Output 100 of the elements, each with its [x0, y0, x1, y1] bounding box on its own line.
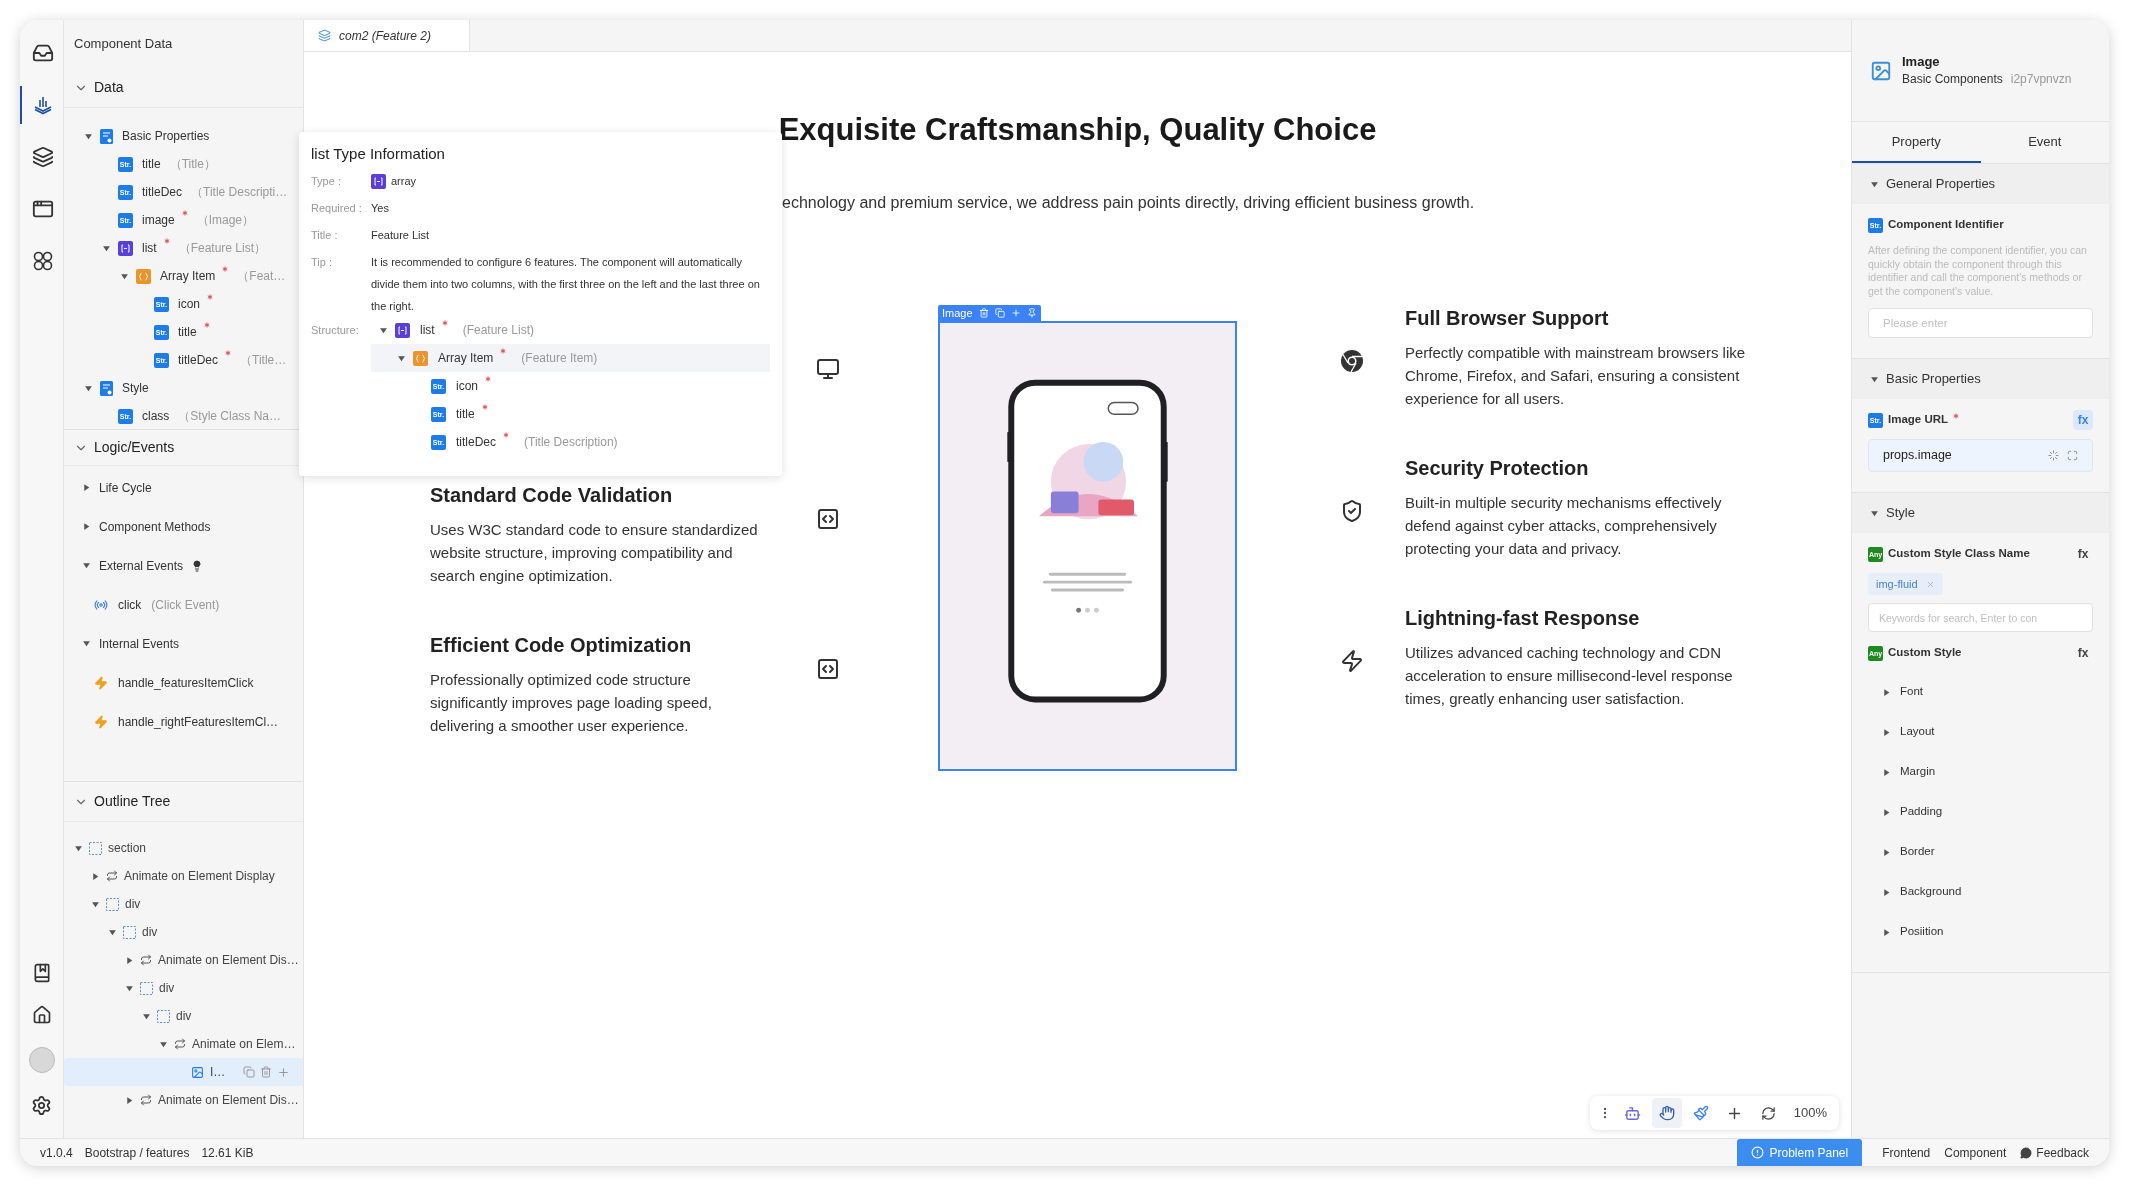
expression-field[interactable]: props.image	[1868, 439, 2093, 472]
caret-icon[interactable]	[102, 243, 111, 253]
caret-icon[interactable]	[120, 271, 129, 281]
caret-icon[interactable]	[91, 899, 100, 909]
section-title[interactable]: Logic/Events	[94, 437, 175, 458]
tree-label[interactable]: Basic Properties	[122, 127, 210, 145]
expression-button[interactable]: fx	[2073, 544, 2093, 564]
tree-row[interactable]: Animate on Element Dis…	[64, 946, 303, 974]
event-label[interactable]: click	[118, 595, 142, 614]
tree-label[interactable]: title	[142, 155, 161, 173]
tree-row[interactable]: div	[64, 1002, 303, 1030]
caret-icon[interactable]	[82, 639, 91, 648]
caret-icon[interactable]	[84, 131, 93, 141]
event-label[interactable]: handle_featuresItemClick	[118, 673, 254, 692]
caret-icon[interactable]	[125, 955, 134, 965]
style-group[interactable]: Posiition	[1900, 923, 1944, 941]
section-title[interactable]: Data	[94, 77, 124, 98]
tree-label[interactable]: image	[142, 211, 175, 229]
layers-icon[interactable]	[31, 146, 54, 168]
style-group[interactable]: Border	[1900, 843, 1935, 861]
section-title[interactable]: Outline Tree	[94, 791, 171, 812]
group-label[interactable]: Internal Events	[99, 634, 180, 653]
tree-label[interactable]: Style	[122, 379, 149, 397]
tree-label[interactable]: list	[142, 239, 157, 257]
tree-row[interactable]: div	[64, 890, 303, 918]
tree-row[interactable]: div	[64, 918, 303, 946]
style-group[interactable]: Background	[1900, 883, 1962, 901]
tree-label[interactable]: titleDec	[178, 351, 218, 369]
caret-icon[interactable]	[74, 843, 83, 853]
caret-icon[interactable]	[125, 983, 134, 993]
component-toolbar[interactable]: Image	[938, 305, 1041, 321]
caret-icon[interactable]	[397, 353, 406, 363]
tree-row[interactable]: Animate on Element Display	[64, 862, 303, 890]
event-label[interactable]: handle_rightFeaturesItemCl…	[118, 712, 279, 731]
caret-icon[interactable]	[1882, 887, 1891, 897]
caret-icon[interactable]	[1870, 179, 1879, 189]
tree-row[interactable]: Animate on Element Dis…	[64, 1086, 303, 1114]
footer-link[interactable]: Frontend	[1882, 1143, 1931, 1162]
group-label[interactable]: External Events	[99, 556, 184, 575]
caret-icon[interactable]	[91, 871, 100, 881]
caret-icon[interactable]	[1870, 374, 1879, 384]
caret-icon[interactable]	[142, 1011, 151, 1021]
home-icon[interactable]	[31, 1005, 52, 1025]
tree-label[interactable]: titleDec	[142, 183, 182, 201]
tree-row[interactable]: section	[64, 834, 303, 862]
caret-icon[interactable]	[1870, 508, 1879, 518]
trash-icon[interactable]	[978, 308, 989, 318]
robot-icon[interactable]	[1624, 1104, 1642, 1122]
style-group[interactable]: Padding	[1900, 803, 1943, 821]
section-title[interactable]: Basic Properties	[1886, 369, 1981, 389]
footer-link[interactable]: Feedback	[2020, 1143, 2089, 1162]
hand-icon[interactable]	[1658, 1105, 1675, 1121]
caret-icon[interactable]	[159, 1039, 168, 1049]
caret-icon[interactable]	[1882, 927, 1891, 937]
caret-icon[interactable]	[1882, 727, 1891, 737]
caret-icon[interactable]	[125, 1095, 134, 1105]
tree-label[interactable]: icon	[178, 295, 200, 313]
feature-title: Full Browser Support	[1405, 306, 1610, 331]
style-group[interactable]: Margin	[1900, 763, 1936, 781]
search-field[interactable]: Keywords for search, Enter to con	[1868, 603, 2093, 632]
inbox-icon[interactable]	[31, 42, 54, 64]
input-field[interactable]: Please enter	[1868, 308, 2093, 338]
copy-icon[interactable]	[994, 308, 1005, 318]
stacked-chart-icon[interactable]	[32, 95, 53, 115]
tree-row[interactable]: Animate on Elem…	[64, 1030, 303, 1058]
caret-icon[interactable]	[108, 927, 117, 937]
caret-icon[interactable]	[82, 561, 91, 570]
expression-button[interactable]: fx	[2073, 643, 2093, 663]
tree-label[interactable]: class	[142, 407, 170, 425]
tree-row[interactable]: div	[64, 974, 303, 1002]
inspector-tab[interactable]: Event	[1980, 122, 2109, 163]
editor-tab[interactable]: com2 (Feature 2)	[304, 20, 470, 51]
tree-label: div	[142, 924, 158, 941]
settings-icon[interactable]	[31, 1095, 52, 1116]
caret-icon[interactable]	[84, 383, 93, 393]
caret-icon[interactable]	[379, 325, 388, 335]
loader-icon[interactable]	[2048, 450, 2059, 461]
footer-link[interactable]: Component	[1944, 1143, 2007, 1162]
section-title[interactable]: Style	[1886, 503, 1915, 523]
window-icon[interactable]	[31, 198, 54, 220]
refresh-icon[interactable]	[1761, 1105, 1777, 1121]
tree-label[interactable]: Array Item	[160, 267, 216, 285]
tree-label[interactable]: title	[178, 323, 197, 341]
zoom-level[interactable]: 100%	[1787, 1103, 1833, 1123]
group-label[interactable]: Life Cycle	[99, 478, 152, 497]
caret-icon[interactable]	[1882, 807, 1891, 817]
caret-icon[interactable]	[82, 522, 91, 531]
clover-icon[interactable]	[31, 250, 54, 272]
caret-icon[interactable]	[1882, 687, 1891, 697]
caret-icon[interactable]	[1882, 847, 1891, 857]
feature-description: Built-in multiple security mechanisms effectively defend against cyber attacks, comprehensively protecting your data and privacy.	[1405, 493, 1723, 559]
style-group[interactable]: Layout	[1900, 723, 1935, 741]
field-label: Component Identifier	[1888, 217, 2004, 233]
caret-icon[interactable]	[82, 483, 91, 492]
brush-icon[interactable]	[1692, 1105, 1709, 1121]
caret-icon[interactable]	[1882, 767, 1891, 777]
toolbar-tool[interactable]	[1651, 1098, 1682, 1128]
style-group[interactable]: Font	[1900, 683, 1923, 701]
pin-icon[interactable]	[1026, 308, 1037, 318]
group-label[interactable]: Component Methods	[99, 517, 211, 536]
